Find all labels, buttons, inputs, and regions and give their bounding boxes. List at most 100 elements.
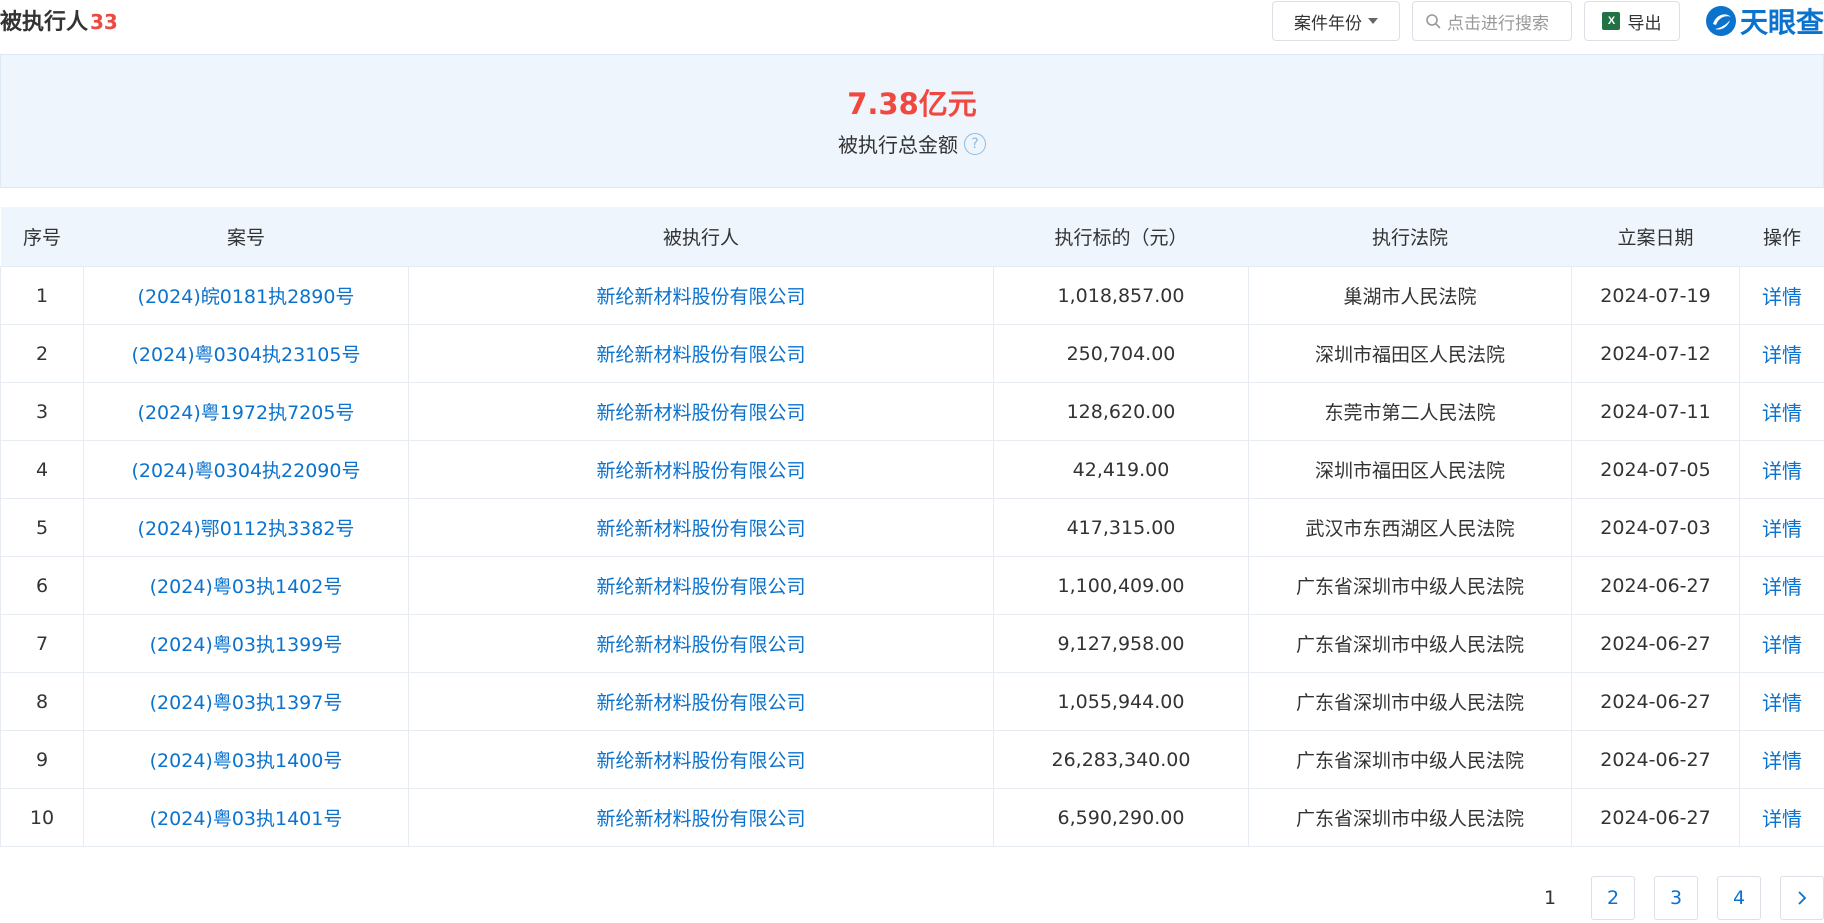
row-index: 8 <box>0 672 84 731</box>
row-index: 7 <box>0 614 84 673</box>
filing-date: 2024-06-27 <box>1571 556 1740 615</box>
column-header: 执行法院 <box>1248 207 1572 267</box>
enforcement-amount: 6,590,290.00 <box>993 788 1249 847</box>
filing-date: 2024-07-12 <box>1571 324 1740 383</box>
pagination: 1234 <box>1509 876 1824 920</box>
total-amount-label-row: 被执行总金额 ? <box>838 129 986 158</box>
table-row: 9 (2024)粤03执1400号 新纶新材料股份有限公司 26,283,340.00… <box>0 730 1824 789</box>
table-row: 5 (2024)鄂0112执3382号 新纶新材料股份有限公司 417,315.00 武… <box>0 498 1824 557</box>
case-number-link[interactable]: (2024)粤03执1401号 <box>83 788 409 847</box>
filing-date: 2024-06-27 <box>1571 788 1740 847</box>
page-4[interactable]: 4 <box>1717 876 1761 920</box>
logo-text: 天眼查 <box>1739 6 1824 39</box>
detail-link[interactable]: 详情 <box>1739 672 1824 731</box>
court-name: 广东省深圳市中级人民法院 <box>1248 614 1572 673</box>
enforcement-amount: 417,315.00 <box>993 498 1249 557</box>
excel-icon: X <box>1602 12 1621 30</box>
party-name-link[interactable]: 新纶新材料股份有限公司 <box>408 556 994 615</box>
case-number-link[interactable]: (2024)皖0181执2890号 <box>83 266 409 325</box>
party-name-link[interactable]: 新纶新材料股份有限公司 <box>408 730 994 789</box>
row-index: 10 <box>0 788 84 847</box>
party-name-link[interactable]: 新纶新材料股份有限公司 <box>408 614 994 673</box>
record-count: 33 <box>90 10 118 34</box>
case-year-filter[interactable]: 案件年份 <box>1271 1 1400 41</box>
filing-date: 2024-07-03 <box>1571 498 1740 557</box>
help-icon[interactable]: ? <box>964 132 986 155</box>
court-name: 广东省深圳市中级人民法院 <box>1248 672 1572 731</box>
detail-link[interactable]: 详情 <box>1739 382 1824 441</box>
case-number-link[interactable]: (2024)粤03执1397号 <box>83 672 409 731</box>
detail-link[interactable]: 详情 <box>1739 788 1824 847</box>
logo-mark-icon <box>1705 6 1736 36</box>
detail-link[interactable]: 详情 <box>1739 556 1824 615</box>
page-2[interactable]: 2 <box>1591 876 1635 920</box>
tianyancha-logo: 天眼查 <box>1704 1 1824 41</box>
detail-link[interactable]: 详情 <box>1739 266 1824 325</box>
row-index: 5 <box>0 498 84 557</box>
chevron-right-icon <box>1798 891 1807 905</box>
case-number-link[interactable]: (2024)鄂0112执3382号 <box>83 498 409 557</box>
column-header: 立案日期 <box>1571 207 1740 267</box>
next-page-button[interactable] <box>1780 876 1824 920</box>
section-title-label: 被执行人 <box>0 10 89 35</box>
enforcement-amount: 1,100,409.00 <box>993 556 1249 615</box>
table-row: 10 (2024)粤03执1401号 新纶新材料股份有限公司 6,590,290.00… <box>0 788 1824 847</box>
party-name-link[interactable]: 新纶新材料股份有限公司 <box>408 440 994 499</box>
search-placeholder: 点击进行搜索 <box>1446 13 1549 34</box>
search-input[interactable]: 点击进行搜索 <box>1411 1 1572 41</box>
party-name-link[interactable]: 新纶新材料股份有限公司 <box>408 382 994 441</box>
case-number-link[interactable]: (2024)粤0304执22090号 <box>83 440 409 499</box>
enforcement-amount: 250,704.00 <box>993 324 1249 383</box>
party-name-link[interactable]: 新纶新材料股份有限公司 <box>408 788 994 847</box>
detail-link[interactable]: 详情 <box>1739 324 1824 383</box>
table-row: 2 (2024)粤0304执23105号 新纶新材料股份有限公司 250,704.00… <box>0 324 1824 383</box>
enforcement-amount: 42,419.00 <box>993 440 1249 499</box>
detail-link[interactable]: 详情 <box>1739 614 1824 673</box>
table-header-row: 序号 案号 被执行人 执行标的（元） 执行法院 立案日期 操作 <box>0 207 1824 267</box>
case-number-link[interactable]: (2024)粤03执1399号 <box>83 614 409 673</box>
table-body: 1 (2024)皖0181执2890号 新纶新材料股份有限公司 1,018,857.0… <box>0 266 1824 847</box>
enforcement-amount: 1,055,944.00 <box>993 672 1249 731</box>
filing-date: 2024-06-27 <box>1571 672 1740 731</box>
page-3[interactable]: 3 <box>1654 876 1698 920</box>
total-amount-label: 被执行总金额 <box>838 133 958 157</box>
filing-date: 2024-07-11 <box>1571 382 1740 441</box>
total-amount-value: 7.38亿元 <box>847 87 977 121</box>
party-name-link[interactable]: 新纶新材料股份有限公司 <box>408 324 994 383</box>
detail-link[interactable]: 详情 <box>1739 730 1824 789</box>
column-header: 案号 <box>83 207 409 267</box>
export-label: 导出 <box>1627 13 1662 34</box>
column-header: 执行标的（元） <box>993 207 1249 267</box>
caret-down-icon <box>1367 18 1378 24</box>
case-number-link[interactable]: (2024)粤03执1400号 <box>83 730 409 789</box>
table-row: 8 (2024)粤03执1397号 新纶新材料股份有限公司 1,055,944.00 广… <box>0 672 1824 731</box>
party-name-link[interactable]: 新纶新材料股份有限公司 <box>408 498 994 557</box>
table-row: 7 (2024)粤03执1399号 新纶新材料股份有限公司 9,127,958.00 广… <box>0 614 1824 673</box>
court-name: 广东省深圳市中级人民法院 <box>1248 788 1572 847</box>
row-index: 4 <box>0 440 84 499</box>
table-row: 1 (2024)皖0181执2890号 新纶新材料股份有限公司 1,018,857.0… <box>0 266 1824 325</box>
party-name-link[interactable]: 新纶新材料股份有限公司 <box>408 672 994 731</box>
filing-date: 2024-07-19 <box>1571 266 1740 325</box>
case-number-link[interactable]: (2024)粤1972执7205号 <box>83 382 409 441</box>
filing-date: 2024-06-27 <box>1571 614 1740 673</box>
enforcement-table: 序号 案号 被执行人 执行标的（元） 执行法院 立案日期 操作 1 (2024)皖0181执2… <box>0 207 1824 847</box>
export-button[interactable]: X 导出 <box>1583 1 1680 41</box>
case-number-link[interactable]: (2024)粤03执1402号 <box>83 556 409 615</box>
detail-link[interactable]: 详情 <box>1739 440 1824 499</box>
search-icon <box>1426 14 1441 29</box>
court-name: 东莞市第二人民法院 <box>1248 382 1572 441</box>
row-index: 9 <box>0 730 84 789</box>
court-name: 深圳市福田区人民法院 <box>1248 324 1572 383</box>
court-name: 深圳市福田区人民法院 <box>1248 440 1572 499</box>
table-row: 6 (2024)粤03执1402号 新纶新材料股份有限公司 1,100,409.00 广… <box>0 556 1824 615</box>
detail-link[interactable]: 详情 <box>1739 498 1824 557</box>
court-name: 广东省深圳市中级人民法院 <box>1248 730 1572 789</box>
party-name-link[interactable]: 新纶新材料股份有限公司 <box>408 266 994 325</box>
toolbar: 案件年份 点击进行搜索 X 导出 天眼查 <box>1271 0 1824 42</box>
page-1[interactable]: 1 <box>1528 876 1572 920</box>
column-header: 操作 <box>1739 207 1824 267</box>
case-number-link[interactable]: (2024)粤0304执23105号 <box>83 324 409 383</box>
row-index: 3 <box>0 382 84 441</box>
row-index: 2 <box>0 324 84 383</box>
